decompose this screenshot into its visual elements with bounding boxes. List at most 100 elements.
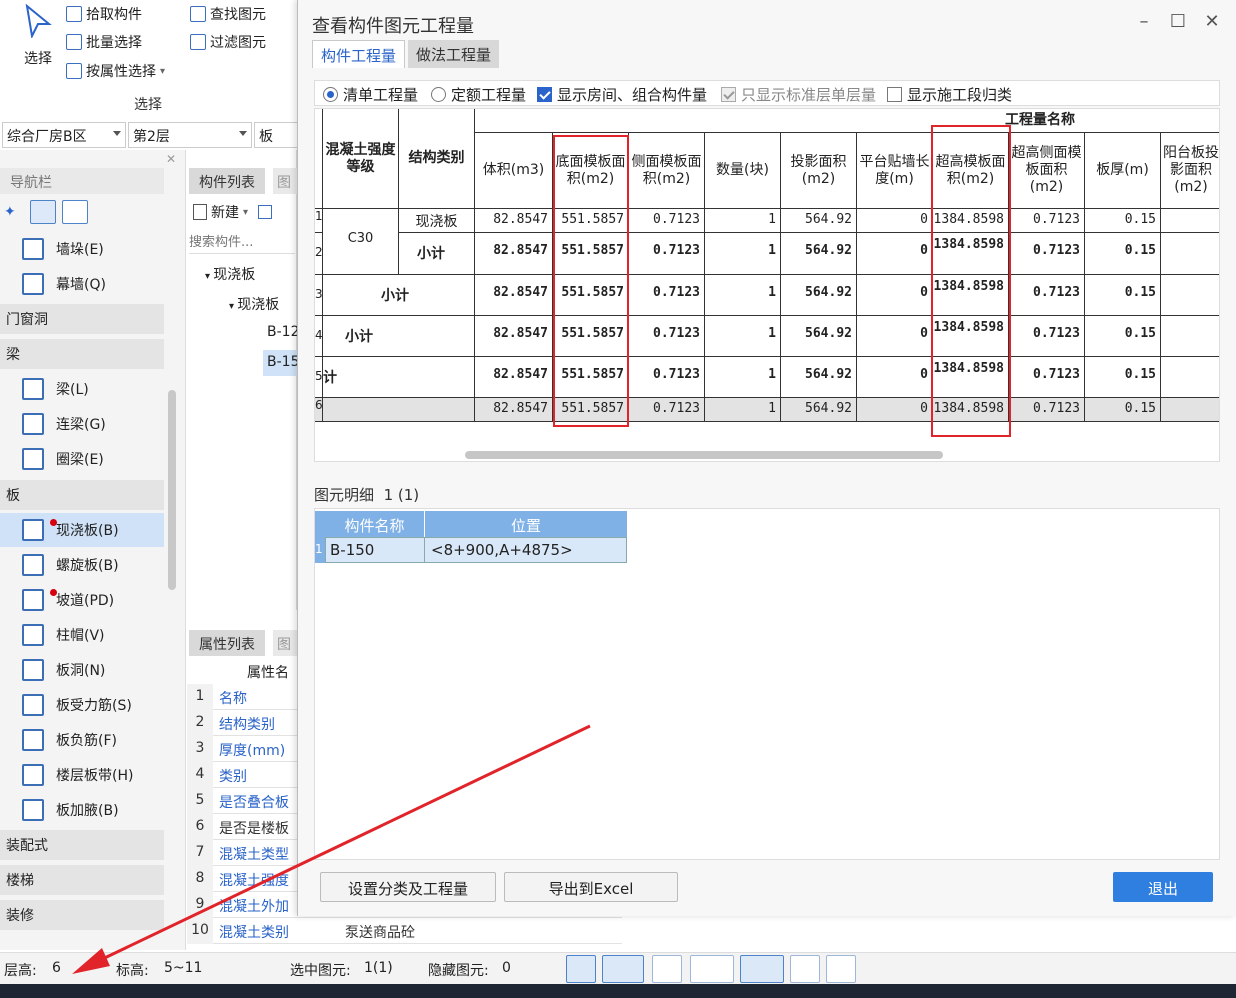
- property-value[interactable]: 泵送商品砼: [345, 922, 415, 942]
- box-select-icon[interactable]: [602, 955, 644, 983]
- balcony-cell[interactable]: [1161, 357, 1219, 398]
- count-cell[interactable]: 1: [705, 398, 781, 422]
- tab-component-list[interactable]: 构件列表: [189, 168, 265, 194]
- thickness-cell[interactable]: 0.15: [1085, 316, 1161, 357]
- balcony-cell[interactable]: [1161, 275, 1219, 316]
- floor-dropdown[interactable]: 第2层: [128, 122, 252, 148]
- nav-group-prefab[interactable]: 装配式: [0, 830, 164, 860]
- pin-icon[interactable]: ✦: [4, 204, 24, 220]
- pick-component-button[interactable]: 拾取构件: [66, 4, 142, 24]
- nav-scrollbar[interactable]: [168, 390, 176, 590]
- nav-item-ring-beam[interactable]: 圈梁(E): [0, 442, 164, 476]
- setup-classification-button[interactable]: 设置分类及工程量: [320, 872, 496, 902]
- nav-group-slab[interactable]: 板: [0, 480, 164, 510]
- subtotal-label[interactable]: 小计: [323, 275, 475, 316]
- maximize-icon[interactable]: ☐: [1168, 12, 1188, 32]
- nav-item-ramp[interactable]: 坡道(PD): [0, 583, 164, 617]
- batch-select-button[interactable]: 批量选择: [66, 32, 142, 52]
- nav-item-slab-haunch[interactable]: 板加腋(B): [0, 793, 164, 827]
- count-cell[interactable]: 1: [705, 209, 781, 233]
- nav-group-decor[interactable]: 装修: [0, 900, 164, 930]
- close-icon[interactable]: ✕: [166, 152, 176, 166]
- angle-snap-icon[interactable]: [690, 955, 734, 983]
- checkbox-show-stage[interactable]: 显示施工段归类: [887, 84, 1012, 105]
- volume-cell[interactable]: 82.8547: [475, 316, 553, 357]
- subtotal-label[interactable]: 小计: [323, 316, 475, 357]
- nav-item-spiral-slab[interactable]: 螺旋板(B): [0, 548, 164, 582]
- tab-component-quantity[interactable]: 构件工程量: [312, 40, 406, 68]
- side-formwork-cell[interactable]: 0.7123: [629, 233, 705, 275]
- radio-quota-quantity[interactable]: 定额工程量: [431, 84, 526, 105]
- copy-icon[interactable]: [258, 205, 273, 219]
- balcony-cell[interactable]: [1161, 316, 1219, 357]
- count-cell[interactable]: 1: [705, 233, 781, 275]
- tree-node-child[interactable]: ▾ 现浇板: [229, 294, 279, 314]
- type-dropdown[interactable]: 板: [254, 122, 298, 148]
- overheight-side-cell[interactable]: 0.7123: [1009, 316, 1085, 357]
- balcony-cell[interactable]: [1161, 233, 1219, 275]
- building-dropdown[interactable]: 综合厂房B区: [2, 122, 126, 148]
- platform-cell[interactable]: 0: [857, 209, 933, 233]
- platform-cell[interactable]: 0: [857, 398, 933, 422]
- volume-cell[interactable]: 82.8547: [475, 398, 553, 422]
- detail-row-name[interactable]: B-150: [325, 537, 425, 563]
- thickness-cell[interactable]: 0.15: [1085, 398, 1161, 422]
- nav-item-negative-rebar[interactable]: 板负筋(F): [0, 723, 164, 757]
- exit-button[interactable]: 退出: [1113, 872, 1213, 902]
- component-item-b12[interactable]: B-12: [267, 324, 299, 340]
- projection-cell[interactable]: 564.92: [781, 316, 857, 357]
- count-cell[interactable]: 1: [705, 275, 781, 316]
- select-by-attr-button[interactable]: 按属性选择 ▾: [66, 61, 165, 81]
- projection-cell[interactable]: 564.92: [781, 275, 857, 316]
- side-formwork-cell[interactable]: 0.7123: [629, 398, 705, 422]
- nav-item-coupling-beam[interactable]: 连梁(G): [0, 407, 164, 441]
- balcony-cell[interactable]: [1161, 209, 1219, 233]
- grade-cell[interactable]: C30: [323, 209, 399, 275]
- checkbox-std-floor[interactable]: 只显示标准层单层量: [721, 84, 876, 105]
- overheight-side-cell[interactable]: 0.7123: [1009, 357, 1085, 398]
- thickness-cell[interactable]: 0.15: [1085, 275, 1161, 316]
- side-formwork-cell[interactable]: 0.7123: [629, 275, 705, 316]
- overheight-side-cell[interactable]: 0.7123: [1009, 233, 1085, 275]
- thickness-cell[interactable]: 0.15: [1085, 357, 1161, 398]
- new-component-button[interactable]: 新建 ▾: [193, 202, 273, 222]
- tab-drawing[interactable]: 图: [273, 168, 297, 194]
- nav-item-column-cap[interactable]: 柱帽(V): [0, 618, 164, 652]
- nav-item-slab-strip[interactable]: 楼层板带(H): [0, 758, 164, 792]
- thickness-cell[interactable]: 0.15: [1085, 209, 1161, 233]
- tab-layer[interactable]: 图: [273, 630, 297, 656]
- nav-item-slab-hole[interactable]: 板洞(N): [0, 653, 164, 687]
- volume-cell[interactable]: 82.8547: [475, 275, 553, 316]
- find-element-button[interactable]: 查找图元: [190, 4, 266, 24]
- nav-item-curtain-wall[interactable]: 幕墙(Q): [0, 267, 164, 301]
- count-cell[interactable]: 1: [705, 357, 781, 398]
- overheight-side-cell[interactable]: 0.7123: [1009, 275, 1085, 316]
- projection-cell[interactable]: 564.92: [781, 233, 857, 275]
- nav-group-beam[interactable]: 梁: [0, 339, 164, 369]
- filter-element-button[interactable]: 过滤图元: [190, 32, 266, 52]
- balcony-cell[interactable]: [1161, 398, 1219, 422]
- ortho-snap-icon[interactable]: [566, 955, 596, 983]
- list-view-icon[interactable]: [30, 200, 56, 224]
- nav-item-wall-pier[interactable]: 墙垛(E): [0, 232, 164, 266]
- detail-view-icon[interactable]: [62, 200, 88, 224]
- export-excel-button[interactable]: 导出到Excel: [504, 872, 678, 902]
- volume-cell[interactable]: 82.8547: [475, 233, 553, 275]
- display-mode-icon[interactable]: [790, 955, 820, 983]
- minimize-icon[interactable]: –: [1134, 12, 1154, 32]
- platform-cell[interactable]: 0: [857, 316, 933, 357]
- summary-label[interactable]: [323, 398, 475, 422]
- component-item-b15[interactable]: B-15: [263, 350, 297, 376]
- side-formwork-cell[interactable]: 0.7123: [629, 316, 705, 357]
- thickness-cell[interactable]: 0.15: [1085, 233, 1161, 275]
- checkbox-show-room[interactable]: 显示房间、组合构件量: [537, 84, 707, 105]
- table-horizontal-scrollbar[interactable]: [465, 451, 943, 459]
- platform-cell[interactable]: 0: [857, 357, 933, 398]
- detail-row-position[interactable]: <8+900,A+4875>: [425, 537, 627, 563]
- search-component-input[interactable]: [189, 232, 295, 254]
- nav-group-stairs[interactable]: 楼梯: [0, 865, 164, 895]
- select-tool-button[interactable]: 选择: [18, 3, 58, 68]
- side-formwork-cell[interactable]: 0.7123: [629, 357, 705, 398]
- nav-group-doors[interactable]: 门窗洞: [0, 304, 164, 334]
- cross-select-icon[interactable]: [652, 955, 682, 983]
